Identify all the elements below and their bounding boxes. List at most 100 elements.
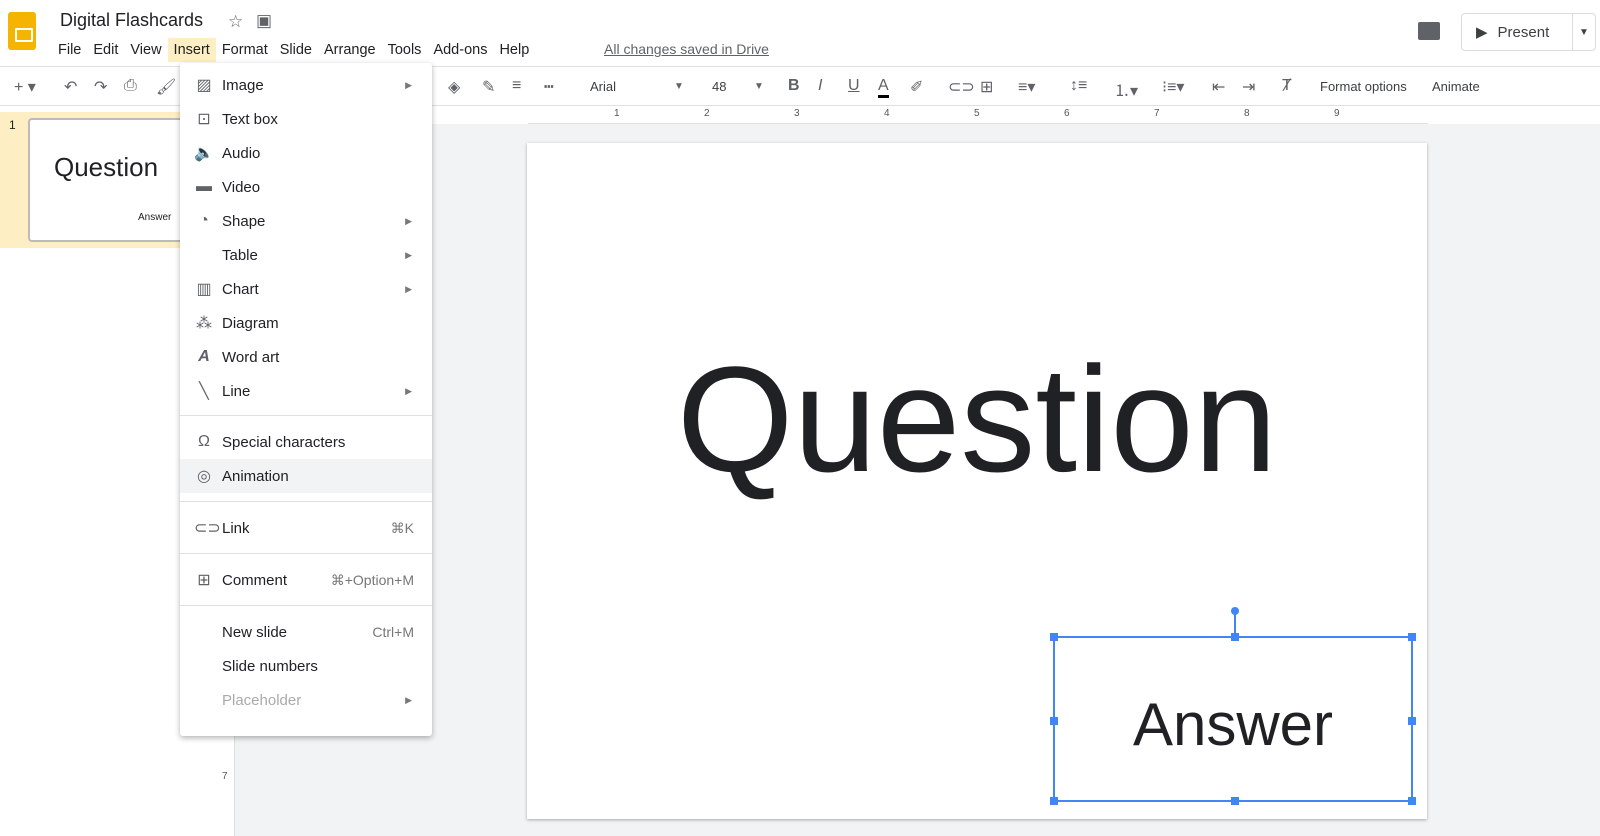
resize-handle[interactable]	[1231, 797, 1239, 805]
shape-icon: ◔	[199, 212, 209, 229]
menu-item-slide-numbers[interactable]: Slide numbers	[180, 649, 432, 683]
vertical-ruler[interactable]: 7	[219, 735, 235, 836]
line-spacing-icon[interactable]: ↕≡	[1070, 77, 1087, 95]
menu-label: Table	[222, 246, 258, 264]
menu-item-comment[interactable]: ⊞ Comment ⌘+Option+M	[180, 563, 432, 597]
save-status-link[interactable]: All changes saved in Drive	[604, 41, 769, 57]
comments-icon[interactable]	[1418, 22, 1440, 40]
menu-item-text-box[interactable]: ⊡ Text box	[180, 102, 432, 136]
bold-icon[interactable]: B	[788, 77, 800, 95]
answer-text-box[interactable]: Answer	[1050, 607, 1416, 805]
menu-item-image[interactable]: ▨ Image ▶	[180, 68, 432, 102]
menu-label: Animation	[222, 467, 289, 485]
link-icon[interactable]: ⊂⊃	[948, 77, 975, 97]
italic-icon[interactable]: I	[818, 77, 822, 95]
submenu-arrow-icon: ▶	[405, 385, 412, 396]
menu-divider	[180, 553, 432, 554]
menu-label: New slide	[222, 623, 288, 641]
horizontal-ruler[interactable]: 1 2 3 4 5 6 7 8 9	[528, 108, 1428, 124]
format-options-button[interactable]: Format options	[1320, 79, 1407, 94]
border-color-icon[interactable]: ✎	[482, 77, 495, 97]
menu-addons[interactable]: Add-ons	[427, 38, 493, 62]
menu-item-shape[interactable]: ◔ Shape ▶	[180, 204, 432, 238]
menu-format[interactable]: Format	[216, 38, 274, 62]
menu-label: Special characters	[222, 433, 346, 451]
font-select[interactable]: Arial	[590, 79, 616, 94]
document-title[interactable]: Digital Flashcards	[60, 10, 203, 31]
add-comment-icon[interactable]: ⊞	[980, 77, 993, 97]
shortcut: Ctrl+M	[372, 624, 414, 640]
resize-handle[interactable]	[1050, 633, 1058, 641]
present-dropdown[interactable]: ▼	[1573, 27, 1595, 38]
chevron-down-icon[interactable]: ▼	[674, 81, 684, 92]
menu-item-animation[interactable]: ◎ Animation	[180, 459, 432, 493]
clear-formatting-icon[interactable]: Ⱦ	[1282, 77, 1292, 95]
menu-item-audio[interactable]: 🔈 Audio	[180, 136, 432, 170]
resize-handle[interactable]	[1408, 717, 1416, 725]
resize-handle[interactable]	[1050, 717, 1058, 725]
menu-file[interactable]: File	[52, 38, 87, 62]
menu-insert[interactable]: Insert	[167, 38, 216, 62]
rotate-handle[interactable]	[1231, 607, 1239, 615]
present-label: Present	[1497, 23, 1550, 41]
increase-indent-icon[interactable]: ⇥	[1242, 77, 1255, 97]
underline-icon[interactable]: U	[848, 77, 860, 95]
menu-edit[interactable]: Edit	[87, 38, 124, 62]
menu-help[interactable]: Help	[493, 38, 535, 62]
ruler-tick: 7	[222, 771, 228, 782]
menu-slide[interactable]: Slide	[274, 38, 318, 62]
submenu-arrow-icon: ▶	[405, 283, 412, 294]
video-icon: ▬	[196, 178, 212, 195]
fill-color-icon[interactable]: ◈	[448, 77, 460, 97]
redo-icon[interactable]: ↷	[94, 77, 107, 97]
menu-view[interactable]: View	[124, 38, 167, 62]
menu-item-special-characters[interactable]: Ω Special characters	[180, 425, 432, 459]
menu-item-line[interactable]: ╲ Line ▶	[180, 374, 432, 408]
menu-arrange[interactable]: Arrange	[318, 38, 382, 62]
bulleted-list-icon[interactable]: ⁝≡▾	[1162, 77, 1184, 97]
numbered-list-icon[interactable]: ⒈▾	[1114, 77, 1138, 101]
print-icon[interactable]: ⎙	[124, 77, 137, 95]
resize-handle[interactable]	[1408, 633, 1416, 641]
menu-item-diagram[interactable]: ⁂ Diagram	[180, 306, 432, 340]
star-icon[interactable]: ☆	[228, 12, 243, 32]
thumb-title: Question	[54, 152, 159, 182]
border-weight-icon[interactable]: ≡	[512, 77, 521, 95]
menu-label: Video	[222, 178, 261, 196]
diagram-icon: ⁂	[196, 315, 212, 332]
menu-tools[interactable]: Tools	[382, 38, 428, 62]
text-box-icon: ⊡	[197, 111, 211, 128]
menu-item-word-art[interactable]: A Word art	[180, 340, 432, 374]
menu-item-link[interactable]: ⊂⊃ Link ⌘K	[180, 511, 432, 545]
ruler-tick: 4	[884, 108, 890, 119]
new-slide-icon[interactable]: + ▾	[14, 77, 36, 97]
undo-icon[interactable]: ↶	[64, 77, 77, 97]
font-size-select[interactable]: 48	[712, 79, 726, 94]
decrease-indent-icon[interactable]: ⇤	[1212, 77, 1225, 97]
animate-button[interactable]: Animate	[1432, 79, 1480, 94]
resize-handle[interactable]	[1408, 797, 1416, 805]
chevron-down-icon[interactable]: ▼	[754, 81, 764, 92]
word-art-icon: A	[198, 348, 210, 365]
menu-item-table[interactable]: Table ▶	[180, 238, 432, 272]
menu-label: Word art	[222, 348, 280, 366]
align-icon[interactable]: ≡▾	[1018, 77, 1035, 97]
text-color-icon[interactable]: A	[878, 77, 889, 98]
highlight-icon[interactable]: ✐	[910, 77, 923, 97]
menu-divider	[180, 501, 432, 502]
menu-item-chart[interactable]: ▥ Chart ▶	[180, 272, 432, 306]
slide-number: 1	[9, 118, 16, 132]
menu-item-new-slide[interactable]: New slide Ctrl+M	[180, 615, 432, 649]
border-dash-icon[interactable]: ┅	[544, 77, 554, 97]
slide-title[interactable]: Question	[527, 333, 1427, 506]
paint-format-icon[interactable]: 🖌	[156, 77, 176, 97]
move-to-folder-icon[interactable]: ▣	[256, 11, 272, 31]
animation-icon: ◎	[197, 468, 211, 485]
menu-label: Slide numbers	[222, 657, 318, 675]
resize-handle[interactable]	[1050, 797, 1058, 805]
ruler-tick: 3	[794, 108, 800, 119]
present-button[interactable]: ▶ Present ▼	[1461, 13, 1596, 51]
slides-logo[interactable]	[8, 12, 36, 50]
menu-item-video[interactable]: ▬ Video	[180, 170, 432, 204]
slide[interactable]: Question Answer	[527, 143, 1427, 819]
